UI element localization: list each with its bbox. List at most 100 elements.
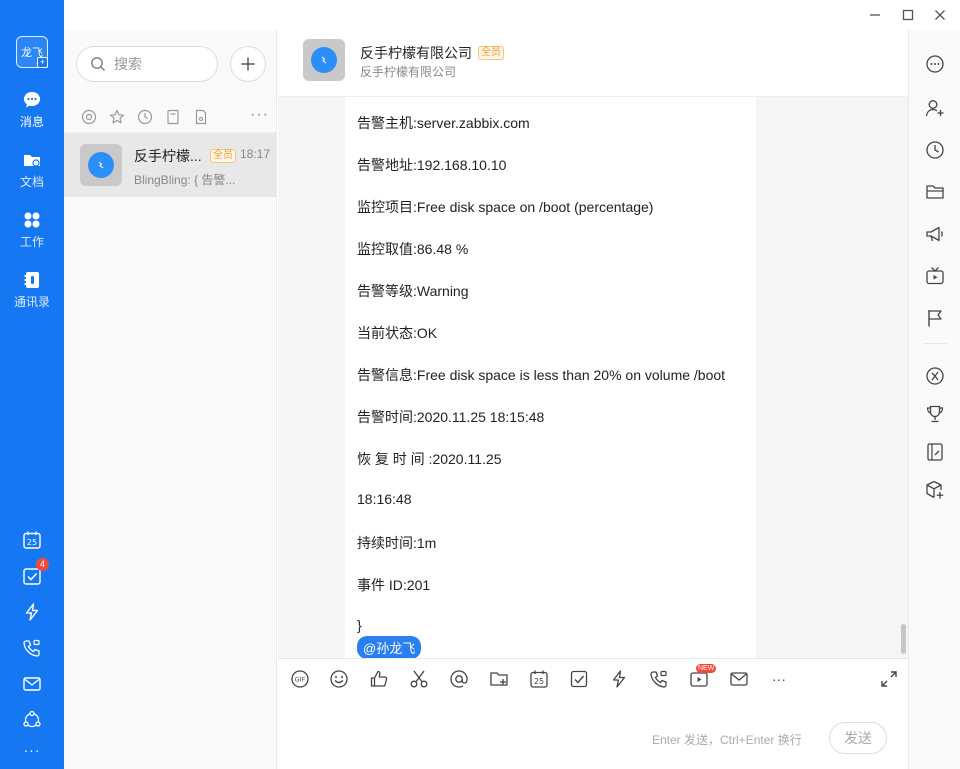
conversation-item[interactable]: 反手柠檬... 全员 18:17 BlingBling: { 告警... bbox=[64, 133, 276, 197]
nav-label: 消息 bbox=[19, 114, 44, 129]
flash-button[interactable] bbox=[608, 668, 630, 690]
file-filter[interactable] bbox=[192, 108, 210, 126]
note-filter[interactable] bbox=[164, 108, 182, 126]
flag-button[interactable] bbox=[923, 306, 947, 330]
org-button[interactable] bbox=[20, 708, 44, 732]
flag-icon bbox=[928, 310, 942, 327]
nav-item-work[interactable]: 工作 bbox=[0, 202, 64, 256]
maximize-button[interactable] bbox=[898, 5, 918, 25]
trophy-button[interactable] bbox=[923, 402, 947, 426]
activity-button[interactable] bbox=[923, 364, 947, 388]
screenshot-button[interactable] bbox=[408, 668, 430, 690]
user-avatar[interactable]: 龙飞 + bbox=[16, 36, 48, 68]
nav-item-docs[interactable]: 文档 bbox=[0, 142, 64, 196]
flash-button[interactable] bbox=[20, 600, 44, 624]
live-button[interactable]: NEW bbox=[688, 664, 717, 690]
expand-icon bbox=[881, 671, 897, 687]
minimize-button[interactable] bbox=[865, 5, 885, 25]
conversation-filters: ··· bbox=[64, 102, 277, 132]
calendar-day: 25 bbox=[534, 677, 544, 686]
todo-icon bbox=[570, 670, 588, 688]
input-toolbar: GIF 25 NEW ··· bbox=[278, 658, 908, 698]
emoji-button[interactable] bbox=[328, 668, 350, 690]
message-area[interactable]: 告警主机:server.zabbix.com 告警地址:192.168.10.1… bbox=[278, 97, 908, 658]
message-line: 持续时间:1m bbox=[357, 535, 437, 551]
announcement-button[interactable] bbox=[923, 222, 947, 246]
mention-filter[interactable] bbox=[80, 108, 98, 126]
message-bubble[interactable]: 告警主机:server.zabbix.com 告警地址:192.168.10.1… bbox=[345, 97, 756, 658]
mail-button[interactable] bbox=[20, 672, 44, 696]
live-button[interactable] bbox=[923, 264, 947, 288]
call-button[interactable] bbox=[20, 636, 44, 660]
scrollbar-thumb[interactable] bbox=[901, 624, 906, 654]
phone-video-icon bbox=[23, 639, 40, 657]
expand-button[interactable] bbox=[878, 668, 900, 690]
calendar-button[interactable]: 25 bbox=[528, 668, 550, 690]
folder-icon bbox=[21, 149, 43, 171]
message-line: } bbox=[357, 617, 362, 633]
close-button[interactable] bbox=[930, 5, 950, 25]
thumbs-up-icon bbox=[370, 670, 388, 687]
calendar-day: 25 bbox=[27, 538, 37, 547]
nav-more-button[interactable]: ··· bbox=[20, 738, 44, 762]
folder-icon bbox=[926, 185, 944, 199]
message-line: 18:16:48 bbox=[357, 491, 412, 507]
chat-title[interactable]: 反手柠檬有限公司 全员 bbox=[360, 43, 504, 63]
clock-icon bbox=[137, 109, 153, 125]
notes-button[interactable] bbox=[923, 440, 947, 464]
chat-icon bbox=[21, 89, 43, 111]
chat-avatar[interactable] bbox=[303, 39, 345, 81]
todo-button[interactable] bbox=[568, 668, 590, 690]
star-icon bbox=[109, 109, 125, 124]
call-button[interactable] bbox=[648, 668, 670, 690]
nav-item-contacts[interactable]: 通讯录 bbox=[0, 262, 64, 316]
files-button[interactable] bbox=[923, 180, 947, 204]
add-button[interactable] bbox=[230, 46, 266, 82]
message-line: 告警地址:192.168.10.10 bbox=[357, 157, 507, 173]
conversation-preview: BlingBling: { 告警... bbox=[134, 173, 236, 187]
like-button[interactable] bbox=[368, 668, 390, 690]
search-icon bbox=[91, 57, 105, 71]
grid-icon bbox=[21, 209, 43, 231]
all-members-tag: 全员 bbox=[478, 46, 504, 60]
add-member-button[interactable] bbox=[923, 96, 947, 120]
flash-icon bbox=[612, 670, 626, 688]
history-filter[interactable] bbox=[136, 108, 154, 126]
add-app-button[interactable] bbox=[923, 478, 947, 502]
calendar-button[interactable]: 25 bbox=[20, 528, 44, 552]
message-line: 恢 复 时 间 :2020.11.25 bbox=[357, 451, 502, 467]
chat-more-button[interactable] bbox=[923, 52, 947, 76]
message-input-area[interactable]: Enter 发送，Ctrl+Enter 换行 发送 bbox=[278, 698, 908, 769]
search-box[interactable] bbox=[76, 46, 218, 82]
toolbar-more-button[interactable]: ··· bbox=[768, 668, 790, 690]
avatar-plus-icon: + bbox=[37, 57, 48, 68]
nav-item-messages[interactable]: 消息 bbox=[0, 82, 64, 136]
message-line: 事件 ID:201 bbox=[357, 577, 431, 593]
plus-icon bbox=[241, 57, 255, 71]
chat-subtitle: 反手柠檬有限公司 bbox=[360, 65, 457, 79]
at-icon bbox=[450, 670, 468, 688]
logo-icon bbox=[321, 56, 327, 64]
new-badge: NEW bbox=[696, 664, 717, 673]
filter-more-button[interactable]: ··· bbox=[250, 106, 269, 124]
search-input[interactable] bbox=[114, 56, 204, 72]
star-filter[interactable] bbox=[108, 108, 126, 126]
add-user-icon bbox=[925, 100, 944, 117]
message-line: 当前状态:OK bbox=[357, 325, 438, 341]
todo-button[interactable]: 4 bbox=[20, 558, 49, 588]
mention-chip[interactable]: @孙龙飞 bbox=[357, 636, 422, 658]
conversation-name: 反手柠檬... bbox=[134, 148, 202, 164]
history-button[interactable] bbox=[923, 138, 947, 162]
gif-button[interactable]: GIF bbox=[289, 668, 311, 690]
file-button[interactable] bbox=[488, 668, 510, 690]
mention-button[interactable] bbox=[448, 668, 470, 690]
running-icon bbox=[926, 367, 944, 385]
mail-button[interactable] bbox=[728, 668, 750, 690]
scissors-icon bbox=[410, 670, 428, 688]
cube-plus-icon bbox=[926, 480, 944, 499]
nav-rail: 龙飞 + 消息 文档 工作 通讯录 25 4 ··· bbox=[0, 0, 64, 769]
tv-icon bbox=[926, 267, 944, 285]
send-button[interactable]: 发送 bbox=[829, 722, 887, 754]
all-members-tag: 全员 bbox=[210, 149, 236, 163]
calendar-icon: 25 bbox=[530, 670, 548, 688]
